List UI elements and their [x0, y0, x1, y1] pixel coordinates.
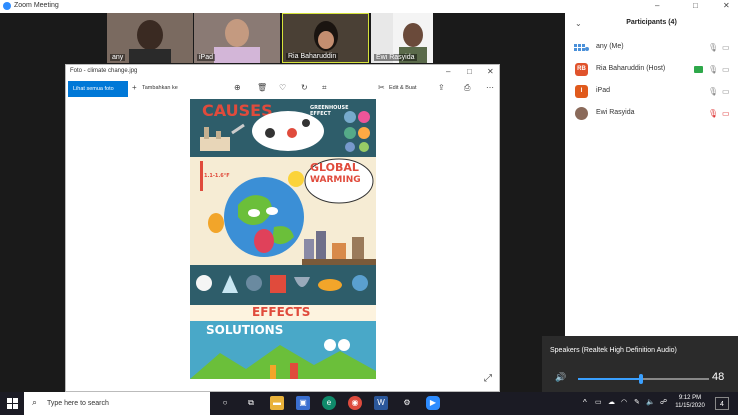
word-icon[interactable]: W — [374, 396, 388, 410]
microphone-icon[interactable]: 🎙 — [708, 65, 718, 74]
solutions-landscape-graphic — [190, 339, 376, 379]
avatar: I — [575, 85, 588, 98]
microphone-icon[interactable]: 🎙 — [708, 87, 718, 96]
volume-slider-fill — [578, 378, 641, 380]
view-all-label: Lihat semua foto — [73, 86, 114, 92]
taskbar: ⌕ Type here to search ○ ⧉ ▬ ▣ e ◉ W ⚙ ▶ … — [0, 392, 738, 415]
delete-icon[interactable]: 🗑 — [257, 83, 267, 92]
effects-heading: EFFECTS — [252, 305, 311, 319]
add-icon[interactable]: + — [132, 83, 137, 92]
participants-panel: ⌄ Participants (4) any (Me) 🎙 ▭ RB Ria B… — [565, 13, 738, 391]
video-camera-icon[interactable]: ▭ — [722, 65, 730, 74]
participant-row-ipad[interactable]: I iPad 🎙 ▭ — [565, 82, 738, 102]
factory-graphic — [200, 123, 245, 151]
zoom-icon[interactable]: ⊕ — [234, 83, 241, 92]
video-name-any: any — [110, 54, 126, 61]
windows-start-icon[interactable] — [7, 398, 18, 409]
zoom-titlebar: Zoom Meeting – □ ✕ — [0, 0, 738, 13]
minimize-icon[interactable]: – — [446, 67, 450, 76]
avatar — [575, 107, 588, 120]
video-name-ipad: iPad — [197, 54, 216, 61]
speaker-icon[interactable]: 🔊 — [555, 372, 566, 383]
thermometer-icon — [200, 161, 203, 191]
store-icon[interactable]: ▣ — [296, 396, 310, 410]
participant-name: Ewi Rasyida — [596, 109, 635, 116]
cortana-icon[interactable]: ○ — [218, 396, 232, 410]
wifi-icon[interactable]: ◠ — [621, 398, 627, 406]
cloud-icon[interactable]: ☁ — [608, 398, 615, 406]
edit-create-icon[interactable]: ✂ — [378, 83, 385, 92]
volume-value: 48 — [712, 371, 725, 383]
city-pollution-graphic — [302, 231, 376, 265]
video-tile-ewi[interactable]: Ewi Rasyida — [371, 13, 433, 63]
notification-center-badge[interactable]: 4 — [715, 397, 729, 410]
participant-row-ria[interactable]: RB Ria Baharuddin (Host) 🎙 ▭ — [565, 60, 738, 80]
participant-name: Ria Baharuddin (Host) — [596, 65, 666, 72]
close-icon[interactable]: ✕ — [723, 1, 730, 10]
minimize-icon[interactable]: – — [655, 1, 659, 10]
video-name-ria: Ria Baharuddin — [286, 53, 339, 60]
climate-change-poster: CAUSES GREENHOUSE EFFECT 1.1-1.6°F GLOBA… — [190, 99, 376, 379]
edit-create-button[interactable]: Edit & Buat — [389, 85, 417, 91]
share-icon[interactable]: ⇪ — [438, 83, 445, 92]
file-explorer-icon[interactable]: ▬ — [270, 396, 284, 410]
fullscreen-icon[interactable]: ⤢ — [484, 373, 492, 384]
video-tile-ipad[interactable]: iPad — [194, 13, 280, 63]
participants-title: Participants (4) — [626, 19, 677, 26]
search-placeholder: Type here to search — [47, 400, 109, 407]
effects-icons-graphic — [196, 275, 368, 293]
print-icon[interactable]: ⎙ — [464, 83, 470, 93]
video-tile-ria[interactable]: Ria Baharuddin — [282, 13, 369, 63]
avatar: RB — [575, 63, 588, 76]
pen-icon[interactable]: ✎ — [634, 398, 640, 406]
zoom-app-icon[interactable]: ▶ — [426, 396, 440, 410]
participant-row-ewi[interactable]: Ewi Rasyida 🎙 ▭ — [565, 104, 738, 124]
add-to-button[interactable]: Tambahkan ke — [142, 85, 178, 91]
search-icon: ⌕ — [32, 397, 38, 407]
video-camera-icon[interactable]: ▭ — [722, 43, 730, 52]
speakers-volume-popup: Speakers (Realtek High Definition Audio)… — [542, 336, 738, 392]
photos-window-title: Foto - climate change.jpg — [70, 68, 138, 74]
zoom-window-title: Zoom Meeting — [14, 2, 59, 9]
participant-name: iPad — [596, 87, 611, 94]
share-screen-icon — [694, 66, 703, 73]
crop-icon[interactable]: ⌗ — [322, 83, 327, 93]
video-camera-off-icon[interactable]: ▭ — [722, 109, 730, 118]
taskbar-search-box[interactable]: ⌕ Type here to search — [24, 392, 210, 415]
avatar-icon — [574, 44, 589, 51]
battery-icon[interactable]: ▭ — [595, 398, 602, 406]
microphone-muted-icon[interactable]: 🎙 — [708, 109, 718, 118]
edge-icon[interactable]: e — [322, 396, 336, 410]
restore-icon[interactable]: □ — [693, 1, 698, 10]
task-view-icon[interactable]: ⧉ — [244, 396, 258, 410]
more-options-icon[interactable]: ⋯ — [486, 83, 494, 92]
clock-date[interactable]: 11/15/2020 — [672, 403, 708, 409]
video-camera-icon[interactable]: ▭ — [722, 87, 730, 96]
clock-time[interactable]: 9:12 PM — [675, 395, 705, 401]
video-name-ewi: Ewi Rasyida — [374, 54, 417, 61]
participant-row-me[interactable]: any (Me) 🎙 ▭ — [565, 38, 738, 58]
zoom-logo-icon — [3, 2, 11, 10]
video-tile-any[interactable]: any — [107, 13, 193, 63]
network-icon[interactable]: ☍ — [660, 398, 667, 406]
chrome-icon[interactable]: ◉ — [348, 396, 362, 410]
view-all-photos-button[interactable]: Lihat semua foto — [68, 81, 128, 97]
close-icon[interactable]: ✕ — [487, 67, 494, 76]
volume-slider[interactable] — [578, 374, 709, 384]
rotate-icon[interactable]: ↻ — [301, 83, 308, 92]
greenhouse-label: GREENHOUSE EFFECT — [310, 105, 349, 117]
maximize-icon[interactable]: □ — [467, 67, 472, 76]
settings-gear-icon[interactable]: ⚙ — [400, 396, 414, 410]
favorite-heart-icon[interactable]: ♡ — [279, 83, 286, 92]
show-hidden-icons-icon[interactable]: ^ — [583, 398, 587, 407]
microphone-icon[interactable]: 🎙 — [708, 43, 718, 52]
photos-toolbar: Lihat semua foto + Tambahkan ke ⊕ 🗑 ♡ ↻ … — [66, 79, 499, 99]
volume-slider-thumb[interactable] — [638, 374, 643, 384]
participant-name: any (Me) — [596, 43, 624, 50]
volume-icon[interactable]: 🔈 — [646, 398, 655, 406]
speakers-device-label: Speakers (Realtek High Definition Audio) — [550, 347, 677, 354]
